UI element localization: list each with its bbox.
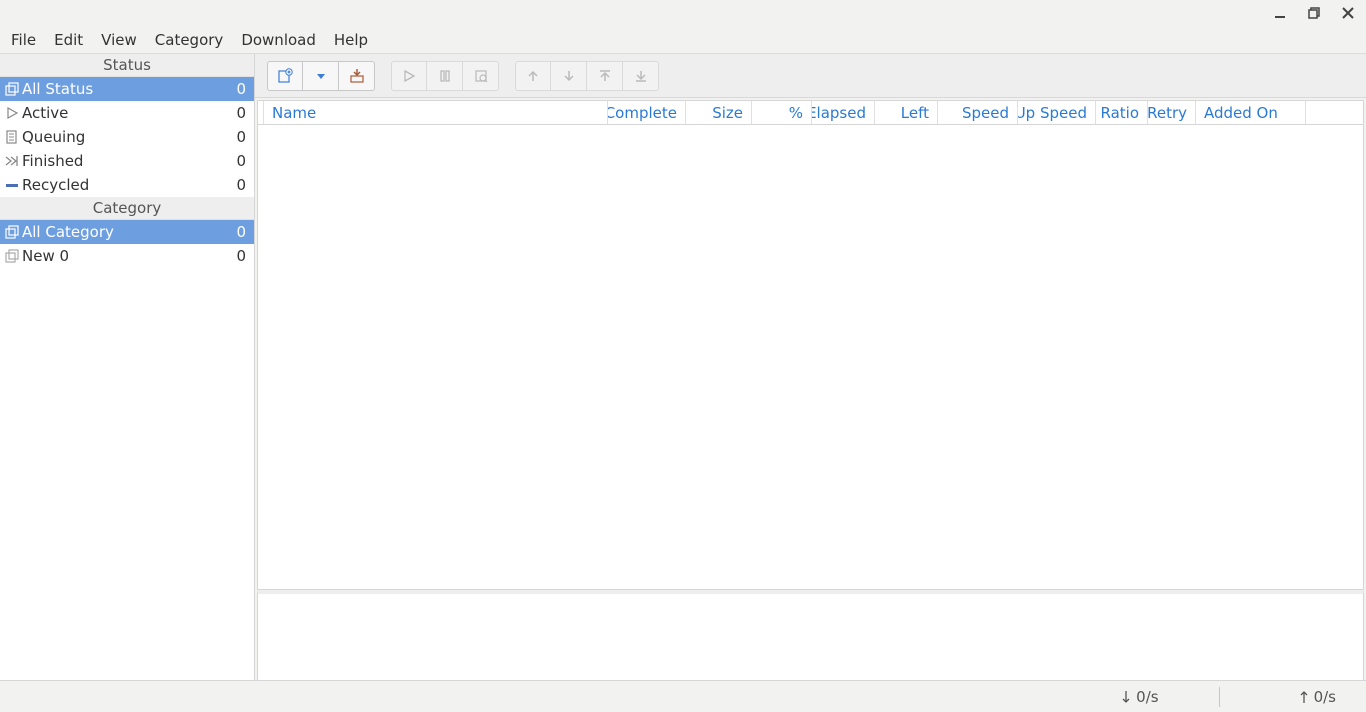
properties-button[interactable] [463,61,499,91]
restore-icon [1308,7,1320,19]
arrow-down-icon [562,69,576,83]
menu-file[interactable]: File [2,28,45,52]
sidebar-item-count: 0 [236,223,246,241]
move-up-button[interactable] [515,61,551,91]
menu-edit[interactable]: Edit [45,28,92,52]
minimize-icon [1274,7,1286,19]
column-header-complete[interactable]: Complete [608,101,686,124]
sidebar: Status All Status0Active0Queuing0Finishe… [0,54,255,680]
menu-category[interactable]: Category [146,28,233,52]
menu-view[interactable]: View [92,28,146,52]
arrow-bottom-icon [634,69,648,83]
pause-button[interactable] [427,61,463,91]
statusbar: 0/s 0/s [0,680,1366,712]
download-speed-value: 0/s [1136,688,1158,706]
sidebar-item-label: Finished [22,152,236,170]
column-header-speed[interactable]: Speed [938,101,1018,124]
chevron-down-icon [315,70,327,82]
move-down-button[interactable] [551,61,587,91]
toolbar [255,54,1366,98]
column-header-ratio[interactable]: Ratio [1096,101,1148,124]
down-arrow-icon [1122,690,1130,704]
new-download-icon [277,68,293,84]
category-item-0[interactable]: All Category0 [0,220,254,244]
pause-icon [438,69,452,83]
sidebar-item-count: 0 [236,152,246,170]
layers-grey-icon [4,248,20,264]
titlebar [0,0,1366,26]
sidebar-item-label: Active [22,104,236,122]
layers-icon [4,224,20,240]
sidebar-item-label: New 0 [22,247,236,265]
detail-pane [257,590,1364,680]
new-download-button[interactable] [267,61,303,91]
column-header-retry[interactable]: Retry [1148,101,1196,124]
sidebar-item-count: 0 [236,128,246,146]
column-header-added-on[interactable]: Added On [1196,101,1306,124]
table-body [258,125,1363,589]
minimize-button[interactable] [1272,5,1288,21]
doc-icon [4,129,20,145]
arrow-up-icon [526,69,540,83]
play-icon [402,69,416,83]
sidebar-item-label: Recycled [22,176,236,194]
finished-icon [4,153,20,169]
save-icon [349,68,365,84]
column-header-left[interactable]: Left [875,101,938,124]
status-item-1[interactable]: Active0 [0,101,254,125]
save-button[interactable] [339,61,375,91]
sidebar-status-header: Status [0,54,254,77]
sidebar-item-label: All Category [22,223,236,241]
new-download-dropdown[interactable] [303,61,339,91]
upload-speed: 0/s [1300,688,1336,706]
play-icon [4,105,20,121]
maximize-button[interactable] [1306,5,1322,21]
column-header-up-speed[interactable]: Up Speed [1018,101,1096,124]
close-button[interactable] [1340,5,1356,21]
menu-help[interactable]: Help [325,28,377,52]
start-button[interactable] [391,61,427,91]
column-header-elapsed[interactable]: Elapsed [812,101,875,124]
status-item-2[interactable]: Queuing0 [0,125,254,149]
column-header--[interactable]: % [752,101,812,124]
status-item-3[interactable]: Finished0 [0,149,254,173]
recycle-icon [4,177,20,193]
sidebar-item-count: 0 [236,176,246,194]
move-top-button[interactable] [587,61,623,91]
menubar: File Edit View Category Download Help [0,26,1366,54]
sidebar-item-count: 0 [236,104,246,122]
download-table: NameCompleteSize%ElapsedLeftSpeedUp Spee… [257,100,1364,590]
status-item-0[interactable]: All Status0 [0,77,254,101]
menu-download[interactable]: Download [232,28,325,52]
column-header-name[interactable]: Name [264,101,608,124]
sidebar-item-label: Queuing [22,128,236,146]
status-item-4[interactable]: Recycled0 [0,173,254,197]
download-speed: 0/s [1122,688,1158,706]
move-bottom-button[interactable] [623,61,659,91]
properties-icon [474,69,488,83]
category-item-1[interactable]: New 00 [0,244,254,268]
sidebar-item-count: 0 [236,247,246,265]
close-icon [1342,7,1354,19]
layers-icon [4,81,20,97]
sidebar-item-label: All Status [22,80,236,98]
upload-speed-value: 0/s [1314,688,1336,706]
sidebar-category-header: Category [0,197,254,220]
arrow-top-icon [598,69,612,83]
column-header-size[interactable]: Size [686,101,752,124]
up-arrow-icon [1300,690,1308,704]
sidebar-item-count: 0 [236,80,246,98]
